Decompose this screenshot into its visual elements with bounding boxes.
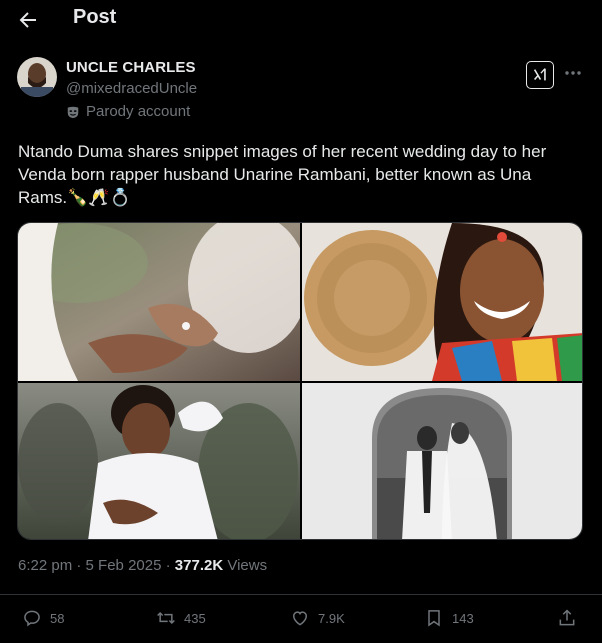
tweet-text-line: Rams.🍾🥂💍 <box>18 188 131 207</box>
tweet-date[interactable]: 5 Feb 2025 <box>86 557 162 574</box>
meta-separator: · <box>76 557 82 574</box>
tweet-meta: 6:22 pm · 5 Feb 2025 · 377.2K Views <box>18 557 267 574</box>
couple-arch-photo[interactable] <box>302 383 582 539</box>
grok-button[interactable] <box>526 61 554 89</box>
divider <box>0 594 602 595</box>
more-options-button[interactable] <box>562 62 584 84</box>
bookmark-icon <box>428 610 440 627</box>
like-count: 7.9K <box>318 610 345 626</box>
avatar[interactable] <box>17 57 57 97</box>
reply-button[interactable]: 58 <box>22 606 64 630</box>
avatar-image <box>17 57 57 97</box>
media-grid <box>17 222 583 540</box>
share-button[interactable] <box>557 606 577 630</box>
repost-icon <box>157 611 175 625</box>
bride-smiling-portrait-photo[interactable] <box>302 223 582 381</box>
top-bar: Post <box>0 0 602 40</box>
mask-icon <box>67 106 79 118</box>
views-label: Views <box>227 557 268 574</box>
page-title: Post <box>73 6 117 28</box>
repost-button[interactable]: 435 <box>156 606 206 630</box>
bookmark-button[interactable]: 143 <box>424 606 474 630</box>
reply-count: 58 <box>50 610 65 626</box>
author-handle[interactable]: @mixedracedUncle <box>66 80 197 97</box>
arrow-left-icon <box>19 12 36 28</box>
like-button[interactable]: 7.9K <box>290 606 345 630</box>
more-dots-icon <box>565 71 581 75</box>
views-count: 377.2K <box>174 557 224 574</box>
bookmark-count: 143 <box>452 610 474 626</box>
tweet-text: Ntando Duma shares snippet images of her… <box>18 140 583 209</box>
heart-icon <box>292 611 308 626</box>
meta-separator: · <box>165 557 171 574</box>
parody-label: Parody account <box>66 103 190 120</box>
grok-icon <box>533 68 546 81</box>
tweet-text-line: Ntando Duma shares snippet images of her… <box>18 142 547 161</box>
parody-label-text: Parody account <box>86 103 191 120</box>
tweet-text-line: Venda born rapper husband Unarine Ramban… <box>18 165 532 184</box>
tweet-time[interactable]: 6:22 pm <box>18 557 72 574</box>
wedding-ring-hands-photo[interactable] <box>18 223 300 381</box>
back-button[interactable] <box>16 8 40 32</box>
author-name[interactable]: UNCLE CHARLES <box>66 59 196 76</box>
flower-girl-photo[interactable] <box>18 383 300 539</box>
repost-count: 435 <box>184 610 206 626</box>
share-icon <box>559 609 575 626</box>
reply-icon <box>24 610 40 627</box>
